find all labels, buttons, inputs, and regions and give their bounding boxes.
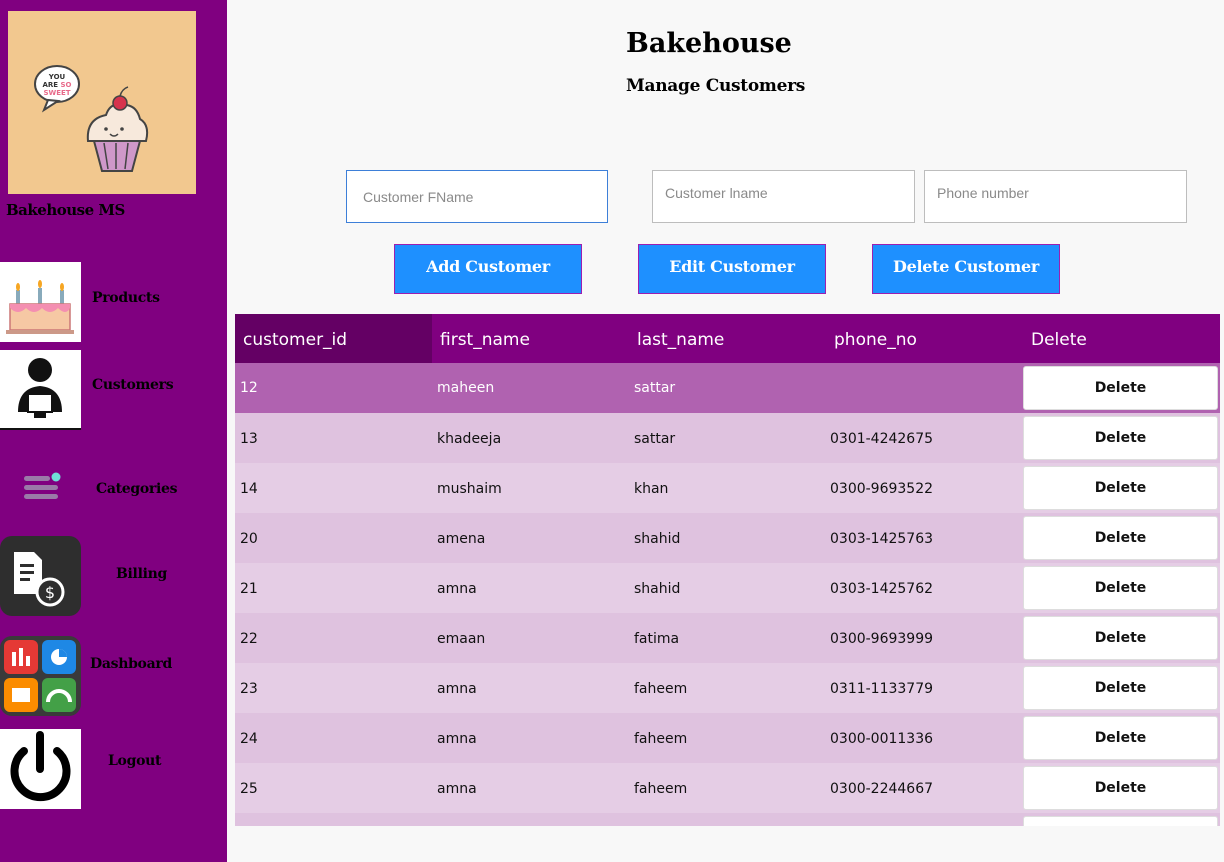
cell-last-name: fatima — [634, 631, 680, 647]
categories-nav-icon[interactable] — [0, 452, 81, 522]
cell-phone-no: 0303-1425762 — [830, 581, 934, 597]
sidebar-item-logout[interactable]: Logout — [108, 753, 161, 769]
table-row[interactable]: 24 amna faheem 0300-0011336 Delete — [235, 713, 1220, 763]
delete-customer-button[interactable]: Delete Customer — [872, 244, 1060, 294]
cell-first-name: mushaim — [437, 481, 502, 497]
sidebar-item-customers[interactable]: Customers — [92, 377, 174, 393]
cell-last-name: sattar — [634, 431, 676, 447]
cell-last-name: sattar — [634, 380, 676, 396]
table-row[interactable]: 21 amna shahid 0303-1425762 Delete — [235, 563, 1220, 613]
list-icon — [24, 472, 61, 499]
cell-customer-id: 22 — [240, 631, 258, 647]
cell-first-name: amena — [437, 531, 486, 547]
app-name: Bakehouse MS — [6, 201, 125, 219]
cell-customer-id: 14 — [240, 481, 258, 497]
cell-last-name: shahid — [634, 531, 681, 547]
customers-table: customer_id first_name last_name phone_n… — [235, 314, 1220, 826]
cell-last-name: faheem — [634, 731, 688, 747]
billing-nav-icon[interactable]: $ — [0, 536, 81, 616]
sidebar: YOU ARE SO SWEET Bakehouse MS Products C… — [0, 0, 227, 862]
cell-customer-id: 23 — [240, 681, 258, 697]
cell-first-name: amna — [437, 681, 477, 697]
sidebar-item-products[interactable]: Products — [92, 290, 160, 306]
cell-last-name: khan — [634, 481, 669, 497]
cell-customer-id: 25 — [240, 781, 258, 797]
row-delete-button[interactable]: Delete — [1023, 416, 1218, 460]
row-delete-button-partial — [1023, 816, 1218, 826]
column-header-last-name[interactable]: last_name — [629, 314, 826, 363]
row-delete-button[interactable]: Delete — [1023, 666, 1218, 710]
cupcake-logo-icon: YOU ARE SO SWEET — [34, 65, 149, 172]
page-subtitle: Manage Customers — [626, 76, 806, 96]
customers-nav-icon[interactable] — [0, 350, 81, 430]
table-header: customer_id first_name last_name phone_n… — [235, 314, 1220, 363]
add-customer-button[interactable]: Add Customer — [394, 244, 582, 294]
column-header-customer-id[interactable]: customer_id — [235, 314, 432, 363]
cell-last-name: faheem — [634, 681, 688, 697]
table-row[interactable]: 22 emaan fatima 0300-9693999 Delete — [235, 613, 1220, 663]
page-title: Bakehouse — [626, 28, 792, 59]
cell-phone-no: 0311-1133779 — [830, 681, 934, 697]
cell-phone-no: 0300-0011336 — [830, 731, 934, 747]
table-row[interactable]: 25 amna faheem 0300-2244667 Delete — [235, 763, 1220, 813]
sidebar-item-dashboard[interactable]: Dashboard — [90, 656, 172, 672]
cell-customer-id: 13 — [240, 431, 258, 447]
row-delete-button[interactable]: Delete — [1023, 366, 1218, 410]
svg-text:ARE SO: ARE SO — [42, 81, 71, 89]
cell-first-name: amna — [437, 581, 477, 597]
cell-first-name: maheen — [437, 380, 495, 396]
row-delete-button[interactable]: Delete — [1023, 616, 1218, 660]
cell-customer-id: 24 — [240, 731, 258, 747]
cell-customer-id: 12 — [240, 380, 258, 396]
app-logo: YOU ARE SO SWEET — [8, 11, 196, 194]
dashboard-icon — [0, 636, 81, 716]
logout-nav-icon[interactable] — [0, 729, 81, 809]
edit-customer-button[interactable]: Edit Customer — [638, 244, 826, 294]
table-row[interactable]: 13 khadeeja sattar 0301-4242675 Delete — [235, 413, 1220, 463]
cell-first-name: khadeeja — [437, 431, 502, 447]
cell-customer-id: 20 — [240, 531, 258, 547]
cell-phone-no: 0300-2244667 — [830, 781, 934, 797]
cell-first-name: amna — [437, 731, 477, 747]
cake-icon — [6, 280, 74, 334]
phone-number-input[interactable] — [924, 170, 1187, 223]
dashboard-nav-icon[interactable] — [0, 636, 81, 716]
power-icon — [10, 731, 71, 802]
column-header-delete[interactable]: Delete — [1023, 314, 1220, 363]
table-row[interactable]: 23 amna faheem 0311-1133779 Delete — [235, 663, 1220, 713]
svg-text:SWEET: SWEET — [43, 89, 70, 97]
row-delete-button[interactable]: Delete — [1023, 716, 1218, 760]
products-nav-icon[interactable] — [0, 262, 81, 342]
cell-phone-no: 0301-4242675 — [830, 431, 934, 447]
row-delete-button[interactable]: Delete — [1023, 566, 1218, 610]
cell-last-name: shahid — [634, 581, 681, 597]
table-row[interactable]: 20 amena shahid 0303-1425763 Delete — [235, 513, 1220, 563]
cell-first-name: emaan — [437, 631, 486, 647]
customer-fname-input[interactable] — [346, 170, 608, 223]
column-header-first-name[interactable]: first_name — [432, 314, 629, 363]
cell-phone-no: 0303-1425763 — [830, 531, 934, 547]
table-row[interactable]: 12 maheen sattar Delete — [235, 363, 1220, 413]
cell-phone-no: 0300-9693999 — [830, 631, 934, 647]
cell-customer-id: 21 — [240, 581, 258, 597]
row-delete-button[interactable]: Delete — [1023, 466, 1218, 510]
row-delete-button[interactable]: Delete — [1023, 516, 1218, 560]
table-row[interactable]: 14 mushaim khan 0300-9693522 Delete — [235, 463, 1220, 513]
cell-first-name: amna — [437, 781, 477, 797]
invoice-icon: $ — [0, 536, 81, 616]
sidebar-item-billing[interactable]: Billing — [116, 566, 167, 582]
cell-phone-no: 0300-9693522 — [830, 481, 934, 497]
svg-text:$: $ — [45, 583, 55, 602]
row-delete-button[interactable]: Delete — [1023, 766, 1218, 810]
user-icon — [0, 358, 81, 430]
cell-last-name: faheem — [634, 781, 688, 797]
column-header-phone-no[interactable]: phone_no — [826, 314, 1023, 363]
sidebar-item-categories[interactable]: Categories — [96, 481, 178, 497]
customer-lname-input[interactable] — [652, 170, 915, 223]
svg-text:YOU: YOU — [48, 73, 66, 81]
table-row-partial — [235, 813, 1220, 826]
